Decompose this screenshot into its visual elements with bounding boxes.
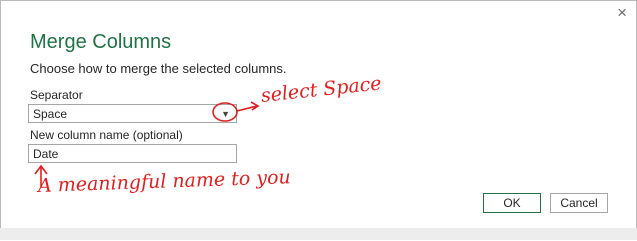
annotation-ink [34,101,260,187]
merge-columns-dialog: × Merge Columns Choose how to merge the … [0,0,637,229]
annotation-arrow-right [236,101,260,112]
annotation-circle [212,102,238,122]
background-strip [0,228,637,240]
